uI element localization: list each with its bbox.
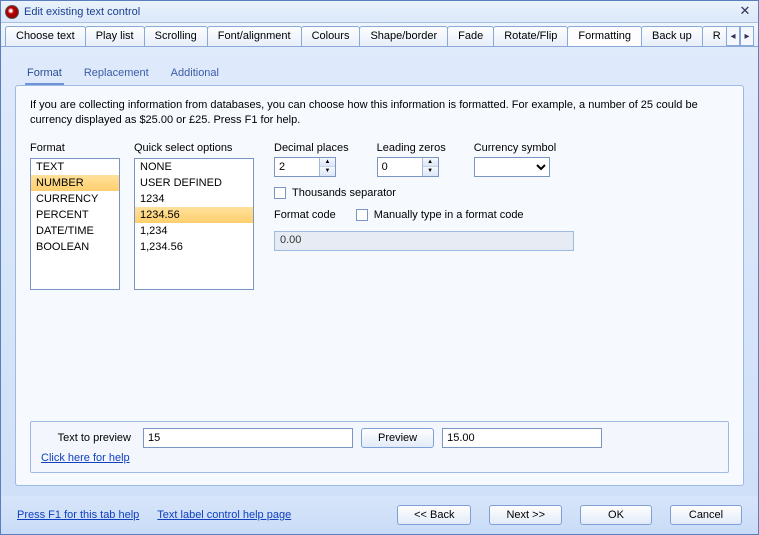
tab-scroll-right-icon[interactable]: ▸ [740,26,754,46]
tab-scroll-left-icon[interactable]: ◂ [726,26,740,46]
format-panel: If you are collecting information from d… [15,85,744,486]
spinner-down-icon[interactable]: ▼ [320,167,335,176]
checkbox-icon [274,187,286,199]
subtab-replacement[interactable]: Replacement [82,63,151,85]
cancel-button[interactable]: Cancel [670,505,742,525]
preview-label: Text to preview [41,432,135,444]
app-icon [5,5,19,19]
leading-zeros-spinner[interactable]: ▲ ▼ [377,157,439,177]
decimal-places-spinner[interactable]: ▲ ▼ [274,157,336,177]
list-item[interactable]: NONE [135,159,253,175]
dialog-window: Edit existing text control ✕ Choose text… [0,0,759,535]
window-title: Edit existing text control [24,6,736,18]
tab-choose-text[interactable]: Choose text [5,26,86,46]
format-column: Format TEXTNUMBERCURRENCYPERCENTDATE/TIM… [30,142,120,290]
panel-description: If you are collecting information from d… [30,98,729,128]
tab-play-list[interactable]: Play list [85,26,145,46]
list-item[interactable]: 1,234.56 [135,239,253,255]
list-item[interactable]: 1234.56 [135,207,253,223]
preview-input[interactable] [143,428,353,448]
leading-zeros-field: Leading zeros ▲ ▼ [377,142,446,177]
quickselect-listbox[interactable]: NONEUSER DEFINED12341234.561,2341,234.56 [134,158,254,290]
format-listbox[interactable]: TEXTNUMBERCURRENCYPERCENTDATE/TIMEBOOLEA… [30,158,120,290]
subtab-additional[interactable]: Additional [169,63,221,85]
form-area: Format TEXTNUMBERCURRENCYPERCENTDATE/TIM… [30,142,729,290]
list-item[interactable]: PERCENT [31,207,119,223]
list-item[interactable]: 1234 [135,191,253,207]
footer-help-tab[interactable]: Press F1 for this tab help [17,509,139,521]
options-column: Decimal places ▲ ▼ Leading zeros [268,142,729,290]
format-label: Format [30,142,120,154]
tab-shape-border[interactable]: Shape/border [359,26,448,46]
tab-formatting[interactable]: Formatting [567,26,642,46]
format-code-display: 0.00 [274,231,574,251]
quickselect-label: Quick select options [134,142,254,154]
back-button[interactable]: << Back [397,505,471,525]
preview-bar: Text to preview Preview Click here for h… [30,421,729,473]
sub-tabs: Format Replacement Additional [15,59,744,85]
currency-symbol-select[interactable] [474,157,550,177]
spinner-up-icon[interactable]: ▲ [423,158,438,168]
tab-fade[interactable]: Fade [447,26,494,46]
next-button[interactable]: Next >> [489,505,562,525]
tab-colours[interactable]: Colours [301,26,361,46]
footer: Press F1 for this tab help Text label co… [1,496,758,534]
tab-back-up[interactable]: Back up [641,26,703,46]
decimal-places-input[interactable] [275,158,319,176]
manual-code-label: Manually type in a format code [374,209,524,221]
list-item[interactable]: BOOLEAN [31,239,119,255]
close-icon[interactable]: ✕ [736,4,754,20]
leading-zeros-label: Leading zeros [377,142,446,154]
decimal-places-label: Decimal places [274,142,349,154]
quickselect-column: Quick select options NONEUSER DEFINED123… [134,142,254,290]
list-item[interactable]: CURRENCY [31,191,119,207]
format-code-label: Format code [274,209,336,221]
leading-zeros-input[interactable] [378,158,422,176]
preview-button[interactable]: Preview [361,428,434,448]
thousands-separator-label: Thousands separator [292,187,396,199]
footer-help-page[interactable]: Text label control help page [157,509,291,521]
main-tabs: Choose textPlay listScrollingFont/alignm… [1,23,758,47]
decimal-places-field: Decimal places ▲ ▼ [274,142,349,177]
list-item[interactable]: NUMBER [31,175,119,191]
currency-symbol-label: Currency symbol [474,142,557,154]
tab-scrolling[interactable]: Scrolling [144,26,208,46]
ok-button[interactable]: OK [580,505,652,525]
list-item[interactable]: DATE/TIME [31,223,119,239]
dialog-body: Format Replacement Additional If you are c… [1,47,758,496]
thousands-separator-checkbox[interactable]: Thousands separator [274,187,396,199]
preview-help-link[interactable]: Click here for help [41,452,130,464]
spinner-up-icon[interactable]: ▲ [320,158,335,168]
checkbox-icon [356,209,368,221]
tab-font-alignment[interactable]: Font/alignment [207,26,302,46]
manual-code-checkbox[interactable]: Manually type in a format code [356,209,524,221]
currency-symbol-field: Currency symbol [474,142,557,177]
list-item[interactable]: TEXT [31,159,119,175]
list-item[interactable]: 1,234 [135,223,253,239]
subtab-format[interactable]: Format [25,63,64,85]
tab-r[interactable]: R [702,26,726,46]
spinner-down-icon[interactable]: ▼ [423,167,438,176]
list-item[interactable]: USER DEFINED [135,175,253,191]
tab-rotate-flip[interactable]: Rotate/Flip [493,26,568,46]
preview-output [442,428,602,448]
titlebar: Edit existing text control ✕ [1,1,758,23]
